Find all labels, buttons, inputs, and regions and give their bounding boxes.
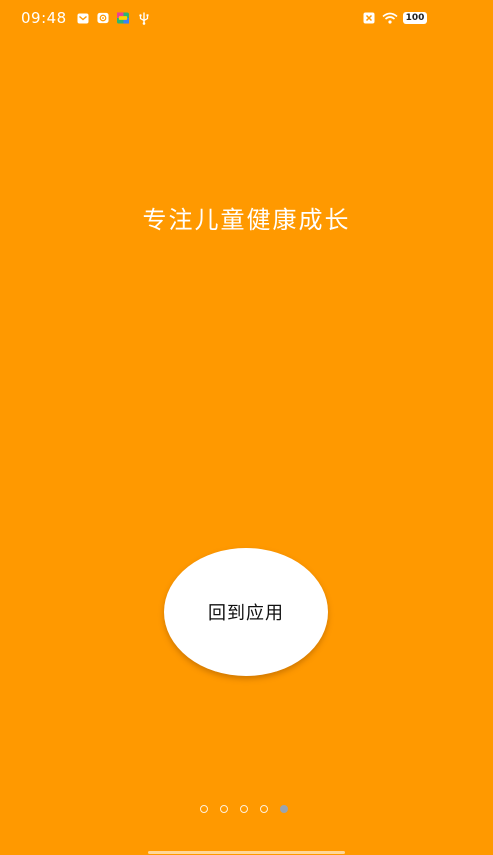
app-screen: 09:48 100 专注儿童健康成长 回到应用: [0, 0, 493, 855]
return-to-app-button[interactable]: 回到应用: [164, 548, 328, 676]
headline-text: 专注儿童健康成长: [142, 206, 351, 234]
page-indicator: [200, 805, 288, 813]
status-time: 09:48: [21, 9, 67, 27]
notification-app-icon: [97, 12, 109, 24]
colorful-app-icon: [117, 12, 129, 24]
battery-icon: 100: [403, 12, 427, 24]
usb-icon: [138, 12, 150, 25]
wifi-icon: [382, 12, 398, 24]
page-dot[interactable]: [220, 805, 228, 813]
page-dot[interactable]: [280, 805, 288, 813]
gesture-bar[interactable]: [148, 851, 345, 854]
page-dot[interactable]: [260, 805, 268, 813]
return-to-app-label: 回到应用: [208, 603, 284, 624]
status-bar: 09:48 100: [0, 0, 493, 38]
battery-level: 100: [405, 13, 425, 23]
page-dot[interactable]: [240, 805, 248, 813]
mail-icon: [77, 12, 89, 24]
page-dot[interactable]: [200, 805, 208, 813]
mute-icon: [363, 12, 375, 24]
